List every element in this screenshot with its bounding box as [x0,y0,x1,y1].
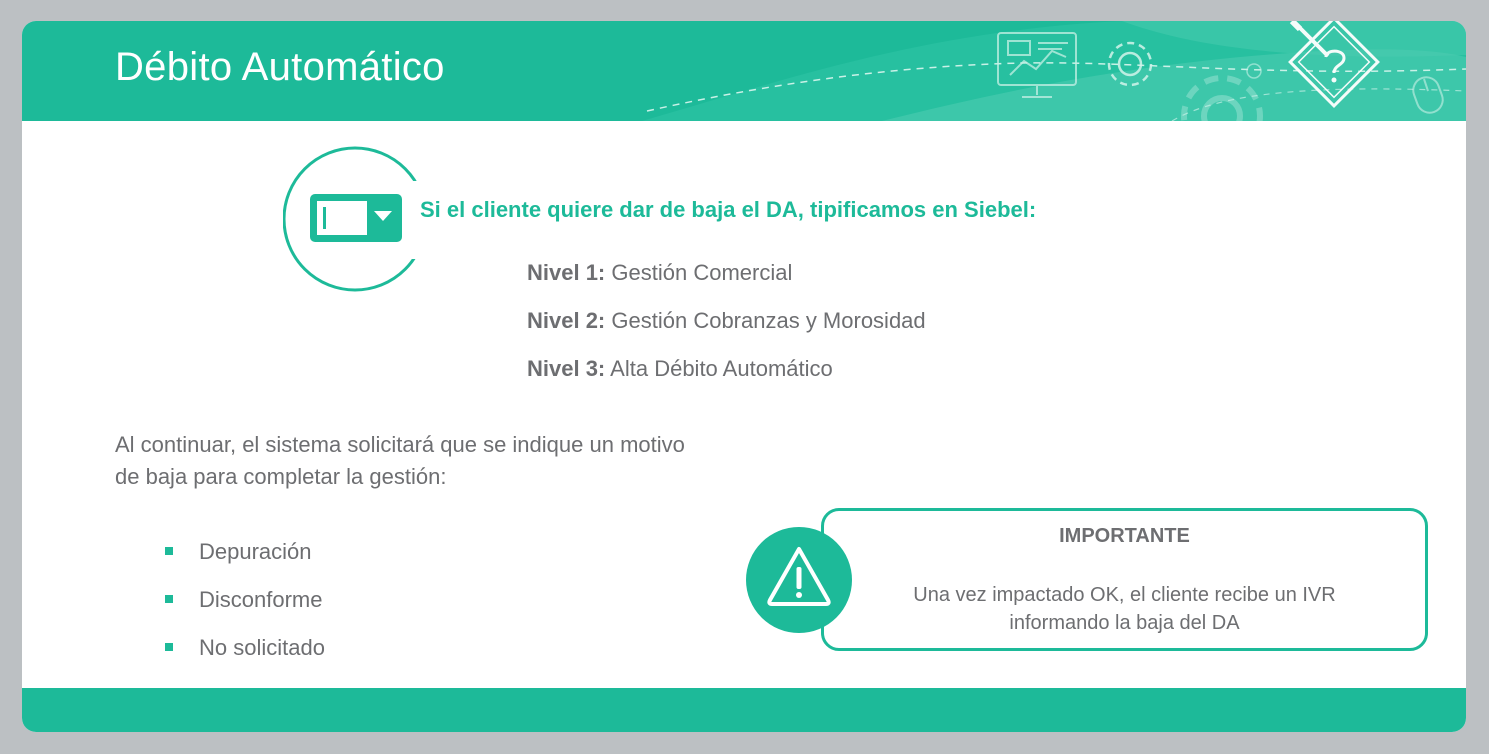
level-value: Gestión Comercial [611,260,793,285]
notice-body-line: informando la baja del DA [1009,612,1240,634]
important-notice: IMPORTANTE Una vez impactado OK, el clie… [821,508,1428,651]
list-item-label: Depuración [199,539,312,564]
warning-triangle-icon [767,547,831,606]
levels-list: Nivel 1: Gestión Comercial Nivel 2: Gest… [527,257,926,401]
dropdown-badge [283,146,429,292]
bullet-icon [165,595,173,603]
dropdown-select-icon [310,194,402,242]
list-item-label: Disconforme [199,587,323,612]
warning-badge [746,527,852,633]
notice-body-line: Una vez impactado OK, el cliente recibe … [913,584,1336,606]
notice-body: Una vez impactado OK, el cliente recibe … [824,581,1425,637]
instruction-paragraph: Al continuar, el sistema solicitará que … [115,432,685,489]
page-title: Débito Automático [115,45,445,89]
level-value: Alta Débito Automático [610,356,833,381]
list-item-label: No solicitado [199,635,325,660]
header-bar: Débito Automático [22,21,1466,121]
level-item: Nivel 2: Gestión Cobranzas y Morosidad [527,305,926,353]
level-label: Nivel 2: [527,308,606,333]
level-item: Nivel 3: Alta Débito Automático [527,353,926,401]
level-label: Nivel 1: [527,260,606,285]
bullet-icon [165,547,173,555]
level-label: Nivel 3: [527,356,606,381]
notice-title: IMPORTANTE [1059,525,1190,547]
bullet-icon [165,643,173,651]
level-item: Nivel 1: Gestión Comercial [527,257,926,305]
slide: Débito Automático Si el cliente quiere d… [22,21,1466,732]
footer-bar [22,688,1466,732]
level-value: Gestión Cobranzas y Morosidad [611,308,926,333]
section-heading: Si el cliente quiere dar de baja el DA, … [420,197,1037,222]
